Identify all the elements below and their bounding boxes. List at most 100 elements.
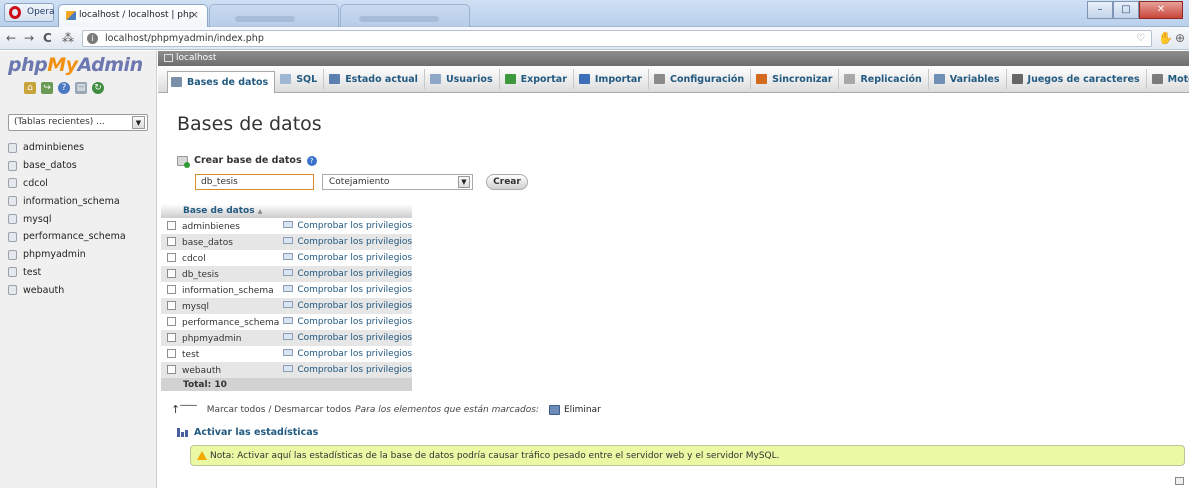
db-tree-item[interactable]: webauth: [8, 281, 126, 299]
check-all-link[interactable]: Marcar todos: [207, 405, 266, 415]
tab-close-icon[interactable]: ×: [190, 8, 199, 21]
check-privileges-link[interactable]: Comprobar los privilegios: [297, 253, 412, 263]
privileges-icon: [283, 317, 294, 324]
minimize-button[interactable]: –: [1087, 1, 1113, 19]
uncheck-all-link[interactable]: Desmarcar todos: [274, 405, 351, 415]
check-privileges-link[interactable]: Comprobar los privilegios: [297, 317, 412, 327]
extension-icon[interactable]: ✋: [1158, 31, 1173, 45]
database-name-link[interactable]: phpmyadmin: [182, 334, 241, 344]
server-breadcrumb: localhost: [158, 51, 1189, 66]
db-tree-item[interactable]: performance_schema: [8, 228, 126, 246]
enable-statistics-link[interactable]: Activar las estadísticas: [194, 427, 318, 438]
close-window-button[interactable]: ✕: [1139, 1, 1183, 19]
db-tree-item[interactable]: information_schema: [8, 192, 126, 210]
forward-icon[interactable]: →: [24, 31, 34, 45]
db-tree-item[interactable]: test: [8, 264, 126, 282]
row-checkbox[interactable]: [167, 348, 176, 358]
chevron-down-icon[interactable]: ▼: [458, 176, 470, 188]
row-checkbox[interactable]: [167, 364, 176, 374]
row-checkbox[interactable]: [167, 332, 176, 342]
help-icon[interactable]: ?: [58, 82, 70, 94]
tab-title: localhost / localhost | php: [79, 10, 195, 20]
row-checkbox[interactable]: [167, 220, 176, 230]
column-header-database[interactable]: Base de datos ▲: [161, 204, 280, 218]
collation-select[interactable]: Cotejamiento ▼: [322, 174, 473, 190]
check-privileges-link[interactable]: Comprobar los privilegios: [297, 301, 412, 311]
opera-menu-button[interactable]: Opera: [4, 3, 55, 22]
tab-configuraci-n[interactable]: Configuración: [651, 69, 752, 89]
database-name-link[interactable]: webauth: [182, 366, 221, 376]
db-tree-item[interactable]: mysql: [8, 210, 126, 228]
database-name-link[interactable]: performance_schema: [182, 318, 279, 328]
database-name-link[interactable]: information_schema: [182, 286, 274, 296]
check-privileges-link[interactable]: Comprobar los privilegios: [297, 333, 412, 343]
check-privileges-link[interactable]: Comprobar los privilegios: [297, 269, 412, 279]
check-privileges-link[interactable]: Comprobar los privilegios: [297, 285, 412, 295]
tab-icon: [280, 74, 292, 84]
database-name-link[interactable]: cdcol: [182, 254, 206, 264]
logout-icon[interactable]: ↪: [41, 82, 53, 94]
row-checkbox[interactable]: [167, 236, 176, 246]
download-icon[interactable]: ⊕: [1175, 31, 1185, 45]
tab-usuarios[interactable]: Usuarios: [427, 69, 500, 89]
tab-replicaci-n[interactable]: Replicación: [841, 69, 929, 89]
bookmark-heart-icon[interactable]: ♡: [1136, 33, 1145, 44]
site-info-icon[interactable]: i: [87, 33, 98, 44]
browser-tab-blurred[interactable]: [209, 4, 339, 27]
console-toggle-icon[interactable]: [1175, 477, 1184, 485]
tab-sql[interactable]: SQL: [277, 69, 325, 89]
db-tree-label: phpmyadmin: [23, 249, 86, 261]
reload-nav-icon[interactable]: ↻: [92, 82, 104, 94]
database-name-link[interactable]: db_tesis: [182, 270, 219, 280]
drop-database-button[interactable]: Eliminar: [564, 405, 601, 415]
reload-icon[interactable]: C: [43, 31, 52, 45]
database-tree: adminbienes base_datos cdcol information…: [8, 139, 126, 299]
database-name-link[interactable]: test: [182, 350, 199, 360]
maximize-button[interactable]: □: [1113, 1, 1139, 19]
database-name-link[interactable]: mysql: [182, 302, 209, 312]
phpmyadmin-logo[interactable]: phpMyAdmin: [8, 54, 143, 76]
tab-variables[interactable]: Variables: [931, 69, 1007, 89]
address-bar[interactable]: i localhost/phpmyadmin/index.php ♡: [82, 30, 1152, 47]
warning-icon: [197, 451, 207, 460]
database-icon: [8, 231, 17, 242]
browser-tab-active[interactable]: localhost / localhost | php ×: [58, 4, 208, 27]
back-icon[interactable]: ←: [6, 31, 16, 45]
check-privileges-link[interactable]: Comprobar los privilegios: [297, 365, 412, 375]
server-link[interactable]: localhost: [176, 53, 216, 63]
db-tree-item[interactable]: cdcol: [8, 175, 126, 193]
tab-bases-de-datos[interactable]: Bases de datos: [167, 70, 276, 93]
tab-importar[interactable]: Importar: [576, 69, 649, 89]
row-checkbox[interactable]: [167, 316, 176, 326]
db-tree-item[interactable]: phpmyadmin: [8, 246, 126, 264]
db-tree-item[interactable]: base_datos: [8, 157, 126, 175]
check-privileges-link[interactable]: Comprobar los privilegios: [297, 221, 412, 231]
database-cell: base_datos: [161, 234, 280, 250]
row-checkbox[interactable]: [167, 252, 176, 262]
database-name-link[interactable]: base_datos: [182, 238, 233, 248]
create-database-button[interactable]: Crear: [486, 174, 528, 190]
db-tree-item[interactable]: adminbienes: [8, 139, 126, 157]
tab-motores[interactable]: Motores: [1149, 69, 1189, 89]
chevron-down-icon[interactable]: ▼: [132, 116, 145, 129]
help-icon[interactable]: ?: [306, 155, 317, 166]
speed-dial-icon[interactable]: ⁂: [62, 31, 74, 45]
new-database-name-input[interactable]: [195, 174, 314, 190]
tab-exportar[interactable]: Exportar: [502, 69, 574, 89]
logo-my: My: [47, 54, 78, 76]
browser-tab-blurred[interactable]: [340, 4, 470, 27]
drop-database-icon[interactable]: [548, 404, 560, 415]
recent-tables-select[interactable]: (Tablas recientes) ... ▼: [8, 114, 148, 131]
home-icon[interactable]: ⌂: [24, 82, 36, 94]
tab-juegos-de-caracteres[interactable]: Juegos de caracteres: [1009, 69, 1147, 89]
check-privileges-link[interactable]: Comprobar los privilegios: [297, 237, 412, 247]
row-checkbox[interactable]: [167, 268, 176, 278]
check-privileges-link[interactable]: Comprobar los privilegios: [297, 349, 412, 359]
table-row: performance_schema Comprobar los privileg…: [161, 314, 413, 330]
row-checkbox[interactable]: [167, 300, 176, 310]
tab-sincronizar[interactable]: Sincronizar: [753, 69, 840, 89]
tab-estado-actual[interactable]: Estado actual: [326, 69, 425, 89]
row-checkbox[interactable]: [167, 284, 176, 294]
docs-icon[interactable]: ▤: [75, 82, 87, 94]
database-name-link[interactable]: adminbienes: [182, 222, 240, 232]
